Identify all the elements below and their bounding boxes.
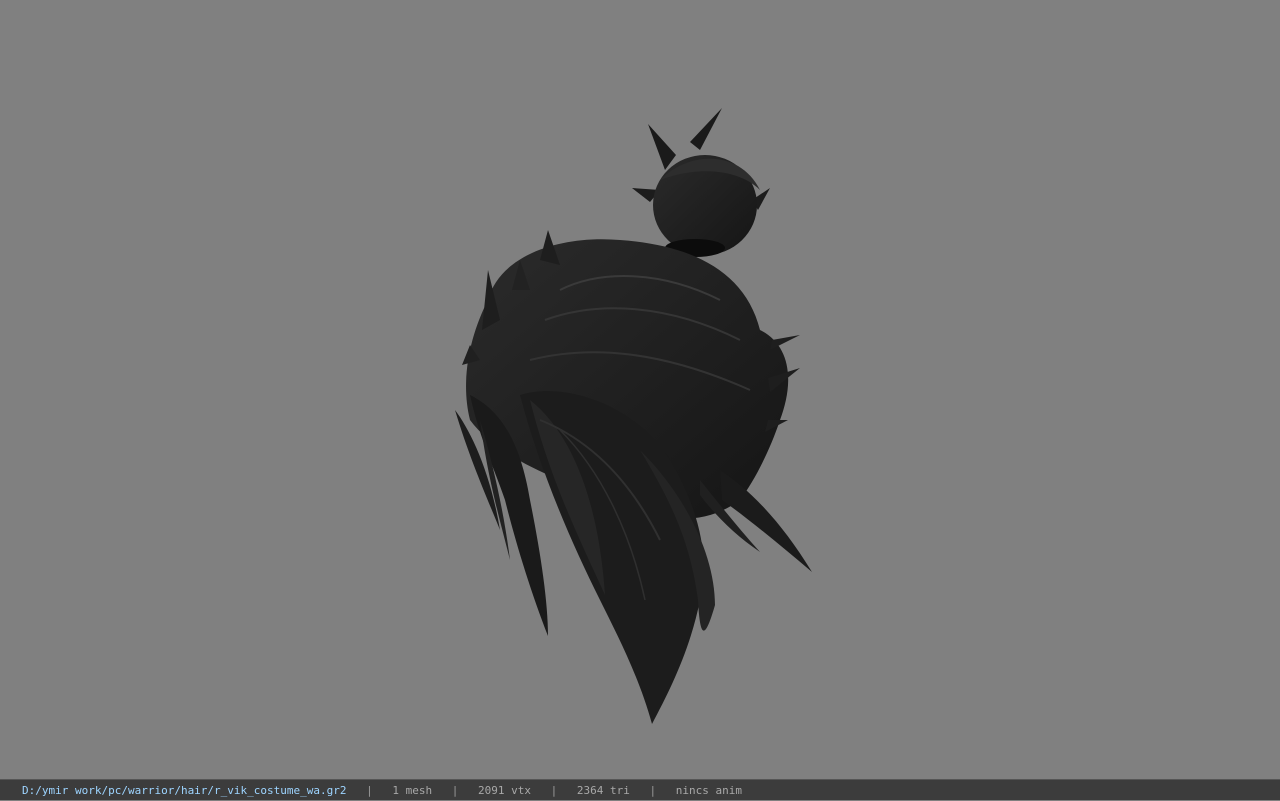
bun-spike-left <box>648 124 676 170</box>
status-separator: | <box>649 784 657 797</box>
status-mesh-count: 1 mesh <box>392 784 433 797</box>
3d-viewport[interactable] <box>0 0 1280 779</box>
strands-right <box>720 470 812 572</box>
status-file-path: D:/ymir work/pc/warrior/hair/r_vik_costu… <box>22 784 347 797</box>
status-bar: D:/ymir work/pc/warrior/hair/r_vik_costu… <box>0 779 1280 800</box>
status-animation: nincs anim <box>675 784 742 797</box>
status-triangle-count: 2364 tri <box>576 784 630 797</box>
status-separator: | <box>550 784 558 797</box>
status-separator: | <box>366 784 373 797</box>
status-vertex-count: 2091 vtx <box>478 784 531 797</box>
bun-spike-right <box>690 108 722 150</box>
status-separator: | <box>451 784 459 797</box>
hair-model <box>455 108 812 724</box>
